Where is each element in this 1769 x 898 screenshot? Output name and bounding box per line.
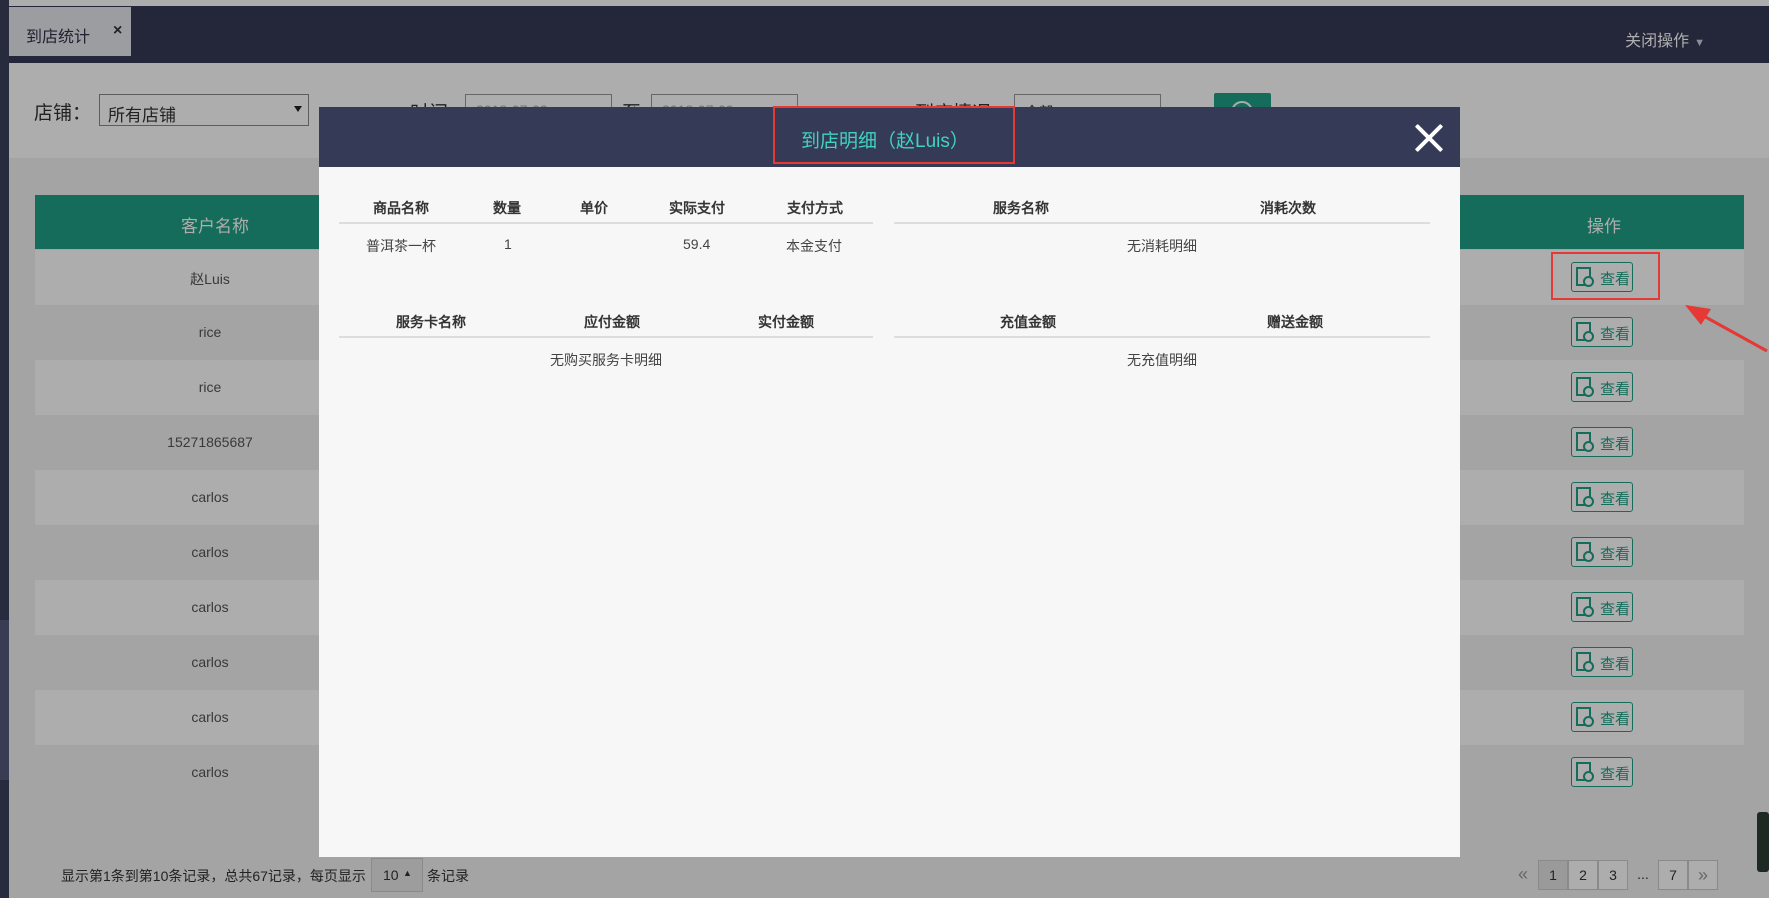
goods-col-name: 商品名称 [373,200,429,216]
goods-cell-name: 普洱茶一杯 [366,238,436,254]
recharge-col-bonus: 赠送金额 [1267,314,1323,330]
card-header-divider [339,336,873,338]
highlight-box-view-button [1551,252,1660,300]
card-empty: 无购买服务卡明细 [550,352,662,368]
service-empty: 无消耗明细 [1127,238,1197,254]
annotation-arrow-icon [1685,305,1768,353]
card-col-due: 应付金额 [584,314,640,330]
visit-detail-modal [319,107,1460,857]
recharge-header-divider [894,336,1430,338]
modal-title: 到店明细（赵Luis） [801,131,969,152]
recharge-col-amount: 充值金额 [1000,314,1056,330]
goods-cell-method: 本金支付 [786,238,842,254]
card-col-name: 服务卡名称 [396,314,466,330]
service-col-count: 消耗次数 [1260,200,1316,216]
service-header-divider [894,222,1430,224]
close-icon[interactable] [1413,122,1445,154]
card-col-paid: 实付金额 [758,314,814,330]
goods-col-method: 支付方式 [787,200,843,216]
goods-col-paid: 实际支付 [669,200,725,216]
goods-cell-paid: 59.4 [683,236,711,252]
goods-cell-qty: 1 [504,236,512,252]
recharge-empty: 无充值明细 [1127,352,1197,368]
goods-col-price: 单价 [580,200,608,216]
service-col-name: 服务名称 [993,200,1049,216]
goods-col-qty: 数量 [493,200,521,216]
goods-header-divider [339,222,873,224]
